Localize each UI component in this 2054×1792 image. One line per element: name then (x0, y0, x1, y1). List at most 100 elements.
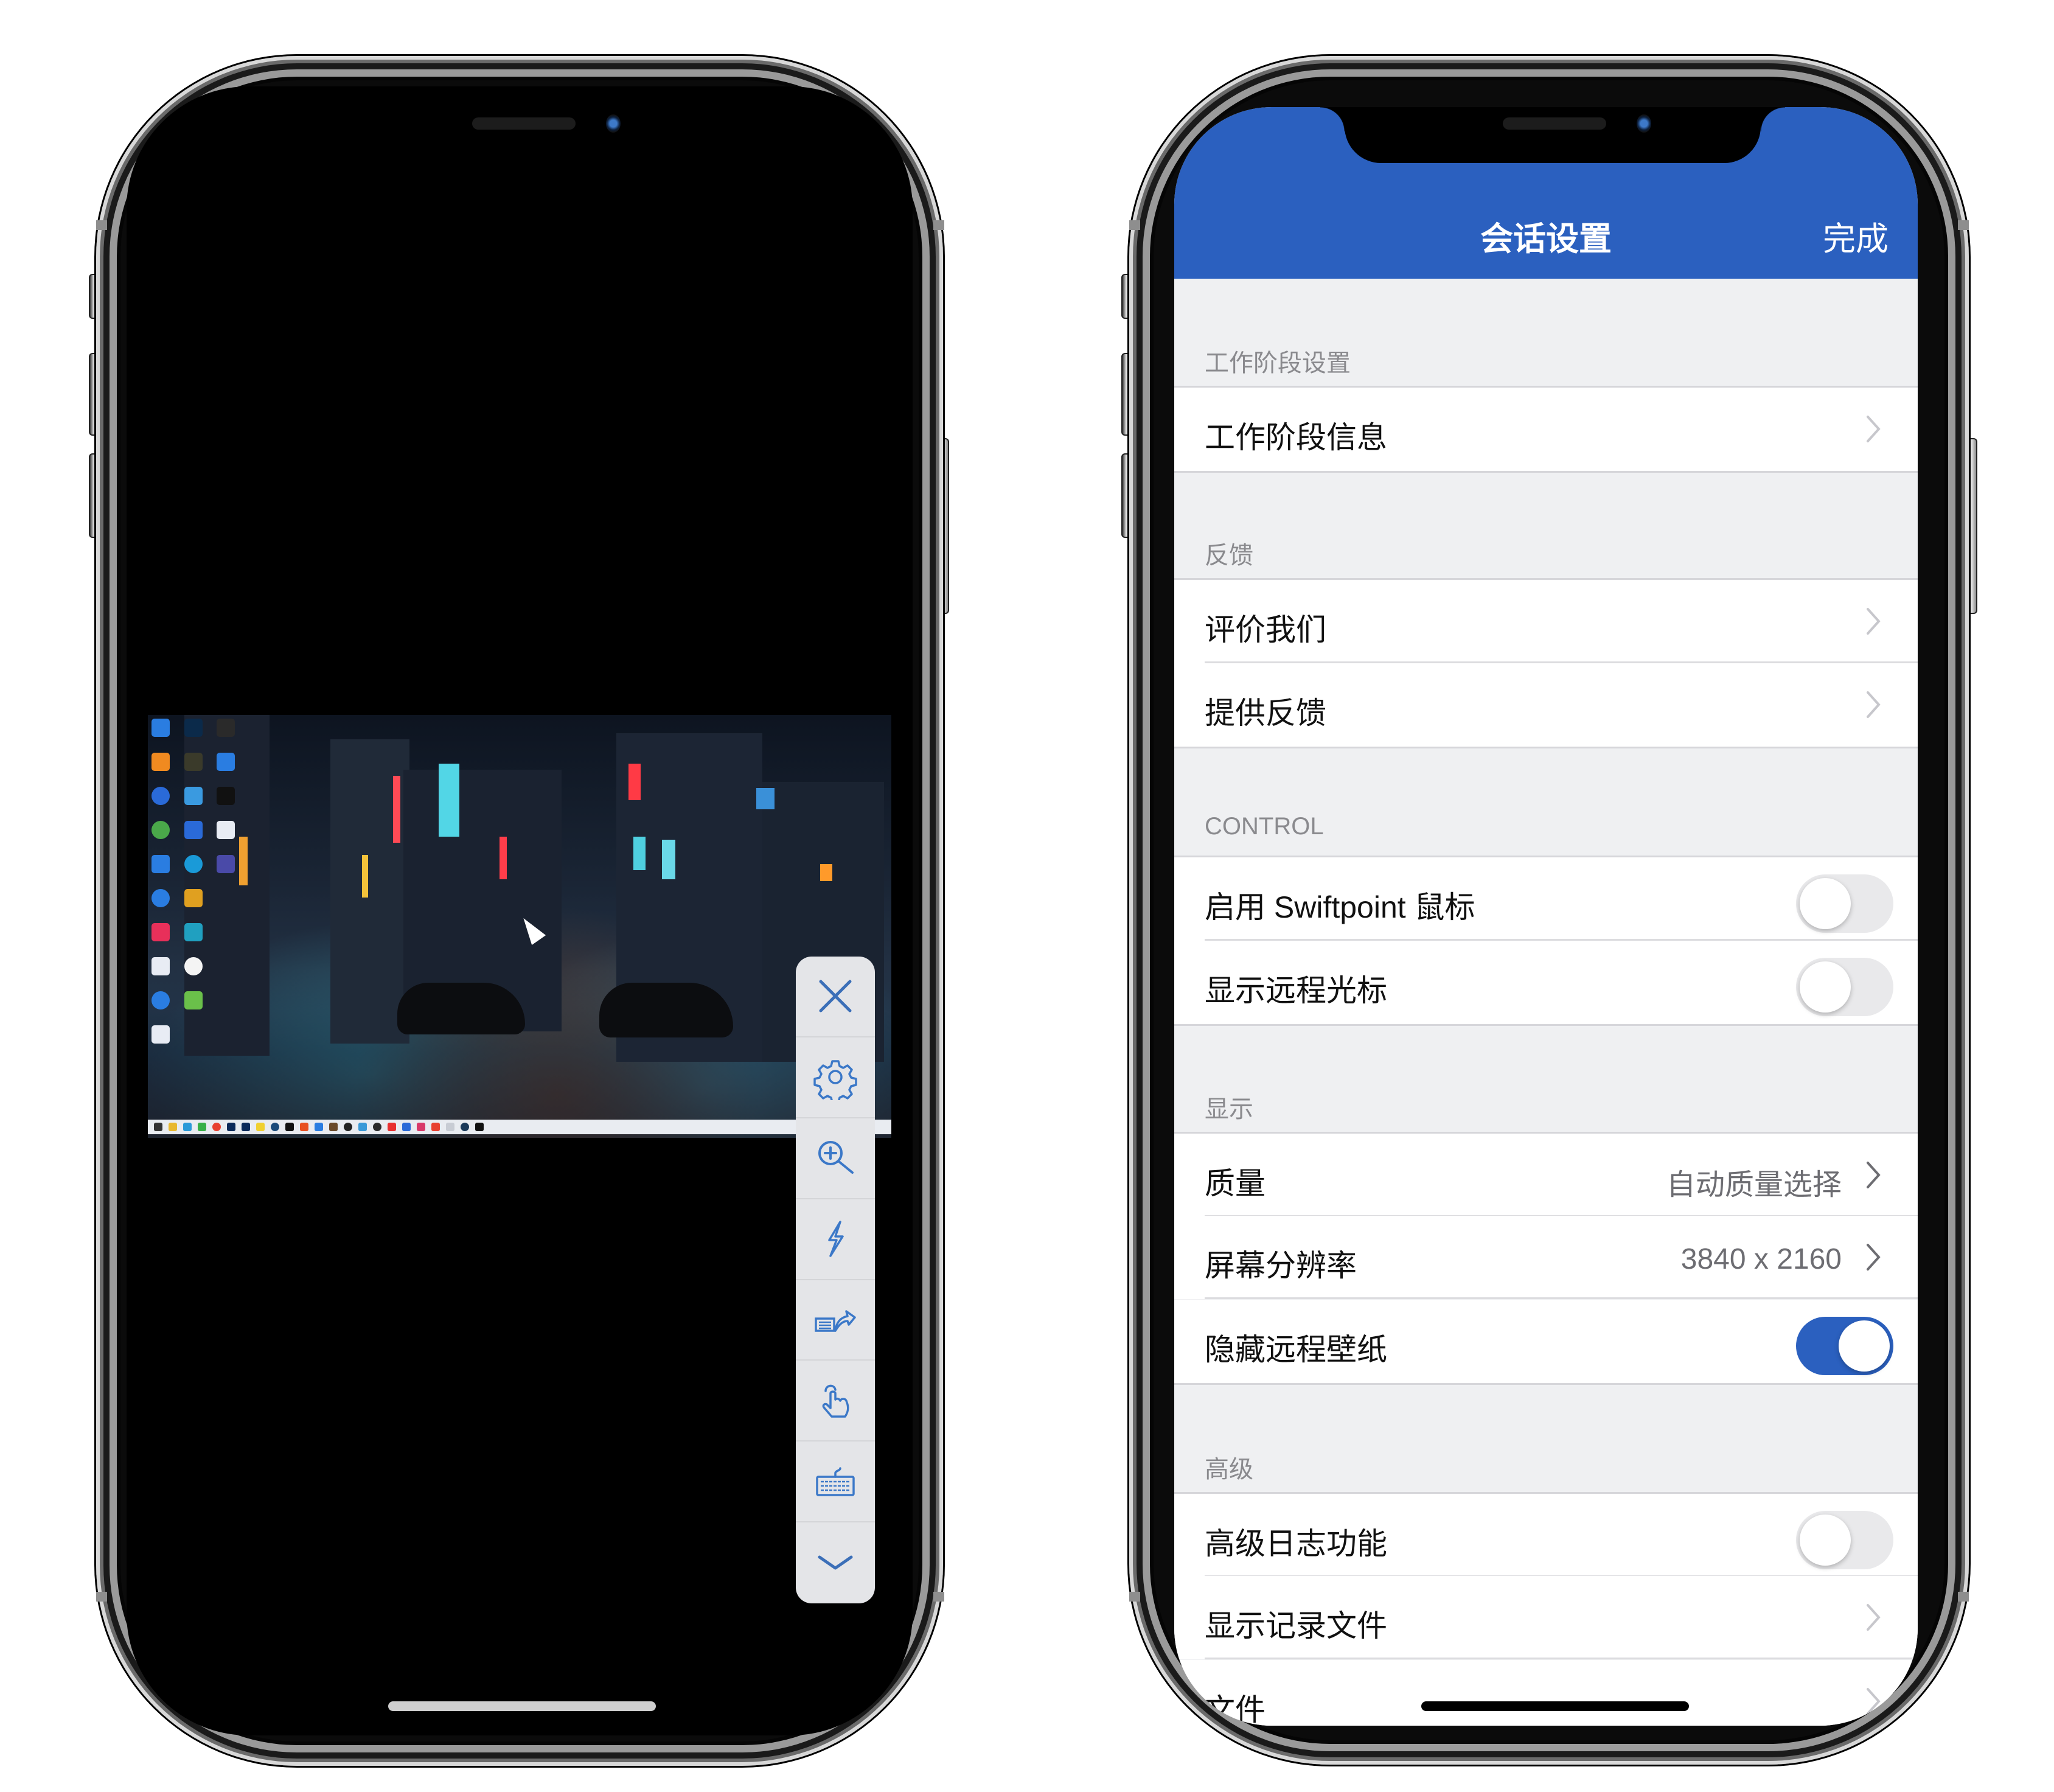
chevron-right-icon (1867, 1244, 1881, 1271)
taskbar-app-icon[interactable] (227, 1123, 235, 1131)
desktop-icon[interactable] (184, 787, 203, 805)
row-label: 启用 Swiftpoint 鼠标 (1205, 890, 1475, 924)
show-remote-cursor-toggle[interactable] (1796, 958, 1893, 1016)
section-header-control: CONTROL (1205, 813, 1324, 840)
row-label: 工作阶段信息 (1205, 420, 1387, 455)
toolbar-collapse-button[interactable] (796, 1522, 875, 1603)
taskbar-app-icon[interactable] (388, 1123, 396, 1131)
antenna-band (1129, 220, 1140, 230)
desktop-icon[interactable] (184, 889, 203, 907)
row-advanced-logging: 高级日志功能 (1174, 1492, 1918, 1577)
row-quality[interactable]: 质量 自动质量选择 (1174, 1132, 1918, 1217)
done-button[interactable]: 完成 (1823, 212, 1889, 260)
taskbar-app-icon[interactable] (358, 1123, 367, 1131)
toolbar-settings-button[interactable] (796, 1037, 875, 1118)
neon-sign (756, 788, 775, 809)
taskbar-app-icon[interactable] (446, 1123, 454, 1131)
taskbar-app-icon[interactable] (431, 1123, 440, 1131)
neon-sign (500, 837, 507, 879)
row-label: 隐藏远程壁纸 (1205, 1333, 1387, 1367)
section-header-session: 工作阶段设置 (1205, 350, 1351, 377)
home-indicator[interactable] (1421, 1701, 1689, 1711)
desktop-icon[interactable] (217, 787, 235, 805)
taskbar-app-icon[interactable] (271, 1123, 279, 1131)
home-indicator[interactable] (388, 1701, 656, 1711)
desktop-icon[interactable] (151, 821, 170, 839)
desktop-icon[interactable] (217, 753, 235, 771)
quality-value: 自动质量选择 (1666, 1169, 1842, 1201)
row-show-log-files[interactable]: 显示记录文件 (1174, 1576, 1918, 1659)
taskbar-app-icon[interactable] (461, 1123, 469, 1131)
taskbar-app-icon[interactable] (475, 1123, 484, 1131)
row-show-remote-cursor: 显示远程光标 (1174, 941, 1918, 1026)
touch-pointer-icon (822, 1384, 849, 1418)
desktop-icon[interactable] (184, 719, 203, 737)
taskbar-app-icon[interactable] (315, 1123, 323, 1131)
row-label: 屏幕分辨率 (1205, 1249, 1357, 1283)
antenna-band (1958, 220, 1969, 230)
start-icon[interactable] (154, 1123, 162, 1131)
chevron-right-icon (1867, 608, 1881, 635)
desktop-icon[interactable] (151, 719, 170, 737)
taskbar-app-icon[interactable] (402, 1123, 411, 1131)
toolbar-zoom-button[interactable] (796, 1118, 875, 1199)
row-label: 高级日志功能 (1205, 1527, 1387, 1561)
toolbar-touch-mode-button[interactable] (796, 1361, 875, 1442)
swiftpoint-mouse-toggle[interactable] (1796, 874, 1893, 933)
desktop-icon[interactable] (151, 1025, 170, 1044)
front-camera (606, 114, 621, 133)
row-files[interactable]: 文件 (1174, 1660, 1918, 1726)
row-rate-us[interactable]: 评价我们 (1174, 578, 1918, 663)
toolbar-actions-button[interactable] (796, 1199, 875, 1280)
neon-sign (393, 776, 400, 843)
taskbar-app-icon[interactable] (242, 1123, 250, 1131)
row-give-feedback[interactable]: 提供反馈 (1174, 663, 1918, 748)
windows-taskbar[interactable] (148, 1120, 891, 1134)
toolbar-input-mode-button[interactable] (796, 1280, 875, 1361)
earpiece-speaker (1503, 117, 1606, 130)
desktop-icon[interactable] (151, 753, 170, 771)
desktop-icon[interactable] (151, 991, 170, 1009)
hide-remote-wallpaper-toggle[interactable] (1796, 1317, 1893, 1375)
desktop-icon[interactable] (151, 787, 170, 805)
desktop-icon[interactable] (184, 991, 203, 1009)
desktop-icon[interactable] (217, 719, 235, 737)
remote-desktop-view[interactable] (148, 715, 891, 1138)
toggle-knob (1800, 1515, 1851, 1566)
wallpaper-car (397, 983, 525, 1034)
desktop-icon[interactable] (217, 855, 235, 873)
toolbar-keyboard-button[interactable] (796, 1442, 875, 1523)
desktop-icon[interactable] (184, 753, 203, 771)
desktop-icon[interactable] (184, 957, 203, 975)
desktop-icon[interactable] (217, 821, 235, 839)
desktop-icon[interactable] (184, 821, 203, 839)
taskbar-app-icon[interactable] (256, 1123, 265, 1131)
antenna-band (1958, 1592, 1969, 1602)
section-header-advanced: 高级 (1205, 1456, 1253, 1483)
toolbar-close-button[interactable] (796, 957, 875, 1037)
desktop-icon[interactable] (184, 855, 203, 873)
desktop-icon[interactable] (151, 855, 170, 873)
row-session-info[interactable]: 工作阶段信息 (1174, 386, 1918, 473)
taskbar-app-icon[interactable] (285, 1123, 294, 1131)
taskbar-app-icon[interactable] (212, 1123, 221, 1131)
row-label: 质量 (1205, 1166, 1265, 1201)
taskbar-app-icon[interactable] (169, 1123, 177, 1131)
taskbar-app-icon[interactable] (198, 1123, 206, 1131)
taskbar-app-icon[interactable] (344, 1123, 352, 1131)
taskbar-app-icon[interactable] (183, 1123, 192, 1131)
wallpaper-car (599, 983, 733, 1037)
taskbar-app-icon[interactable] (300, 1123, 308, 1131)
taskbar-app-icon[interactable] (373, 1123, 381, 1131)
keyboard-icon (816, 1467, 855, 1496)
desktop-icon[interactable] (184, 923, 203, 941)
desktop-icon[interactable] (151, 889, 170, 907)
desktop-icon[interactable] (151, 957, 170, 975)
zoom-in-icon (818, 1141, 854, 1174)
advanced-logging-toggle[interactable] (1796, 1511, 1893, 1569)
neon-sign (362, 855, 368, 898)
taskbar-app-icon[interactable] (417, 1123, 425, 1131)
desktop-icon[interactable] (151, 923, 170, 941)
row-screen-resolution[interactable]: 屏幕分辨率 3840 x 2160 (1174, 1216, 1918, 1299)
taskbar-app-icon[interactable] (329, 1123, 338, 1131)
